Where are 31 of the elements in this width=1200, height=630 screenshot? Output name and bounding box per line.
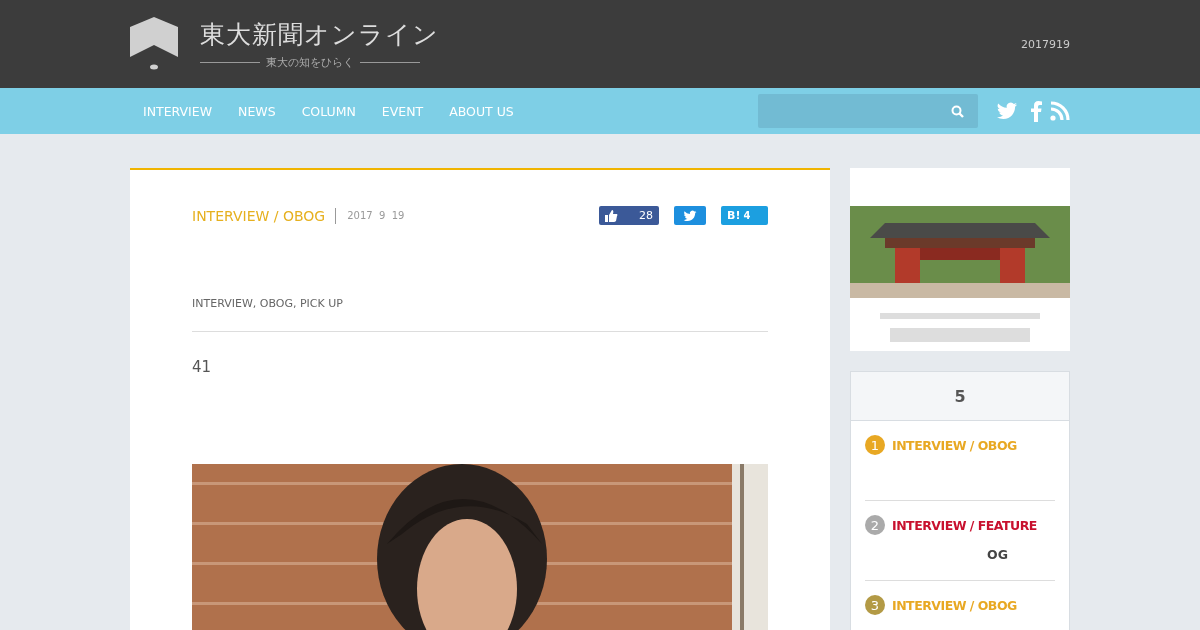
article-category[interactable]: INTERVIEW / OBOG xyxy=(192,207,337,224)
twitter-icon xyxy=(996,100,1018,122)
search-icon[interactable] xyxy=(951,104,964,118)
site-title: 東大新聞オンライン xyxy=(200,19,439,51)
like-button[interactable]: 28 xyxy=(599,206,659,225)
nav-link[interactable]: EVENT xyxy=(368,103,437,119)
nav-link[interactable]: COLUMN xyxy=(288,103,369,119)
rank-badge: 3 xyxy=(865,595,885,615)
site-tagline: 東大の知をひらく xyxy=(266,55,354,70)
rss-icon[interactable] xyxy=(1050,101,1070,121)
tweet-button[interactable] xyxy=(674,206,706,225)
ranking-category[interactable]: INTERVIEW / OBOG xyxy=(892,597,1017,613)
search-field[interactable] xyxy=(758,94,978,128)
nav-link[interactable]: ABOUT US xyxy=(436,103,527,119)
ranking-title-text[interactable]: OG xyxy=(987,547,1055,562)
header-date: 2017919 xyxy=(1021,37,1070,51)
ranking-category[interactable]: INTERVIEW / OBOG xyxy=(892,437,1017,453)
ranking-title: 5 xyxy=(954,386,966,406)
thumbs-up-icon xyxy=(605,209,618,222)
article-text: 41 xyxy=(192,358,213,376)
logo-icon[interactable] xyxy=(130,17,178,71)
article-tags: INTERVIEW, OBOG, PICK UP xyxy=(192,297,768,332)
bookmark-button[interactable]: B! 4 xyxy=(721,206,768,225)
nav-link[interactable]: INTERVIEW xyxy=(130,103,226,119)
rank-badge: 1 xyxy=(865,435,885,455)
twitter-icon xyxy=(683,208,697,223)
nav-link[interactable]: NEWS xyxy=(225,103,289,119)
ranking-category[interactable]: INTERVIEW / FEATURE xyxy=(892,517,1037,533)
facebook-icon[interactable] xyxy=(1030,100,1042,122)
article-date: 2017 9 19 xyxy=(347,210,405,221)
rank-badge: 2 xyxy=(865,515,885,535)
